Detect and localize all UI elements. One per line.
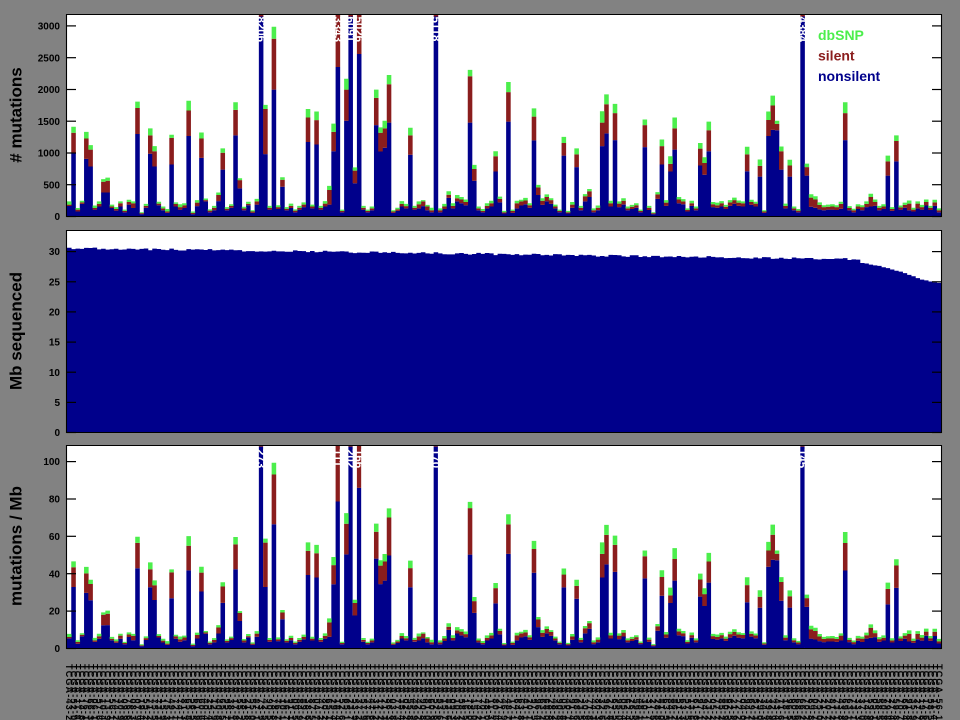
svg-text:170: 170 (429, 449, 441, 468)
svg-text:1000: 1000 (38, 149, 61, 160)
svg-text:5: 5 (54, 398, 60, 409)
svg-text:0: 0 (54, 428, 60, 439)
svg-text:Mb sequenced: Mb sequenced (7, 272, 26, 390)
svg-text:mutations / Mb: mutations / Mb (7, 486, 26, 606)
svg-text:20: 20 (49, 308, 61, 319)
svg-text:25: 25 (49, 277, 61, 288)
svg-text:3343: 3343 (331, 17, 343, 43)
svg-text:20: 20 (49, 607, 61, 618)
svg-text:nonsilent: nonsilent (818, 68, 881, 84)
svg-text:30: 30 (49, 247, 61, 258)
svg-text:3000: 3000 (38, 22, 61, 33)
svg-text:10: 10 (49, 368, 61, 379)
svg-text:166: 166 (352, 449, 364, 468)
svg-text:4384: 4384 (796, 17, 808, 43)
svg-text:2500: 2500 (38, 53, 61, 64)
svg-text:273: 273 (254, 449, 266, 468)
svg-text:TCGA-56-1298: TCGA-56-1298 (934, 664, 944, 720)
svg-text:5118: 5118 (429, 17, 441, 43)
svg-text:dbSNP: dbSNP (818, 27, 864, 43)
svg-text:2000: 2000 (38, 85, 61, 96)
svg-text:15: 15 (49, 338, 61, 349)
svg-text:5026: 5026 (352, 17, 364, 43)
svg-text:0: 0 (54, 212, 60, 223)
svg-text:# mutations: # mutations (7, 67, 26, 162)
svg-text:silent: silent (818, 48, 855, 64)
svg-text:1500: 1500 (38, 117, 61, 128)
svg-text:100: 100 (43, 457, 60, 468)
svg-text:111: 111 (331, 449, 343, 468)
svg-text:145: 145 (795, 449, 807, 469)
svg-text:8206: 8206 (254, 17, 266, 43)
svg-text:80: 80 (49, 495, 61, 506)
svg-text:0: 0 (54, 644, 60, 655)
svg-text:500: 500 (43, 180, 60, 191)
svg-text:60: 60 (49, 532, 61, 543)
svg-text:40: 40 (49, 569, 61, 580)
